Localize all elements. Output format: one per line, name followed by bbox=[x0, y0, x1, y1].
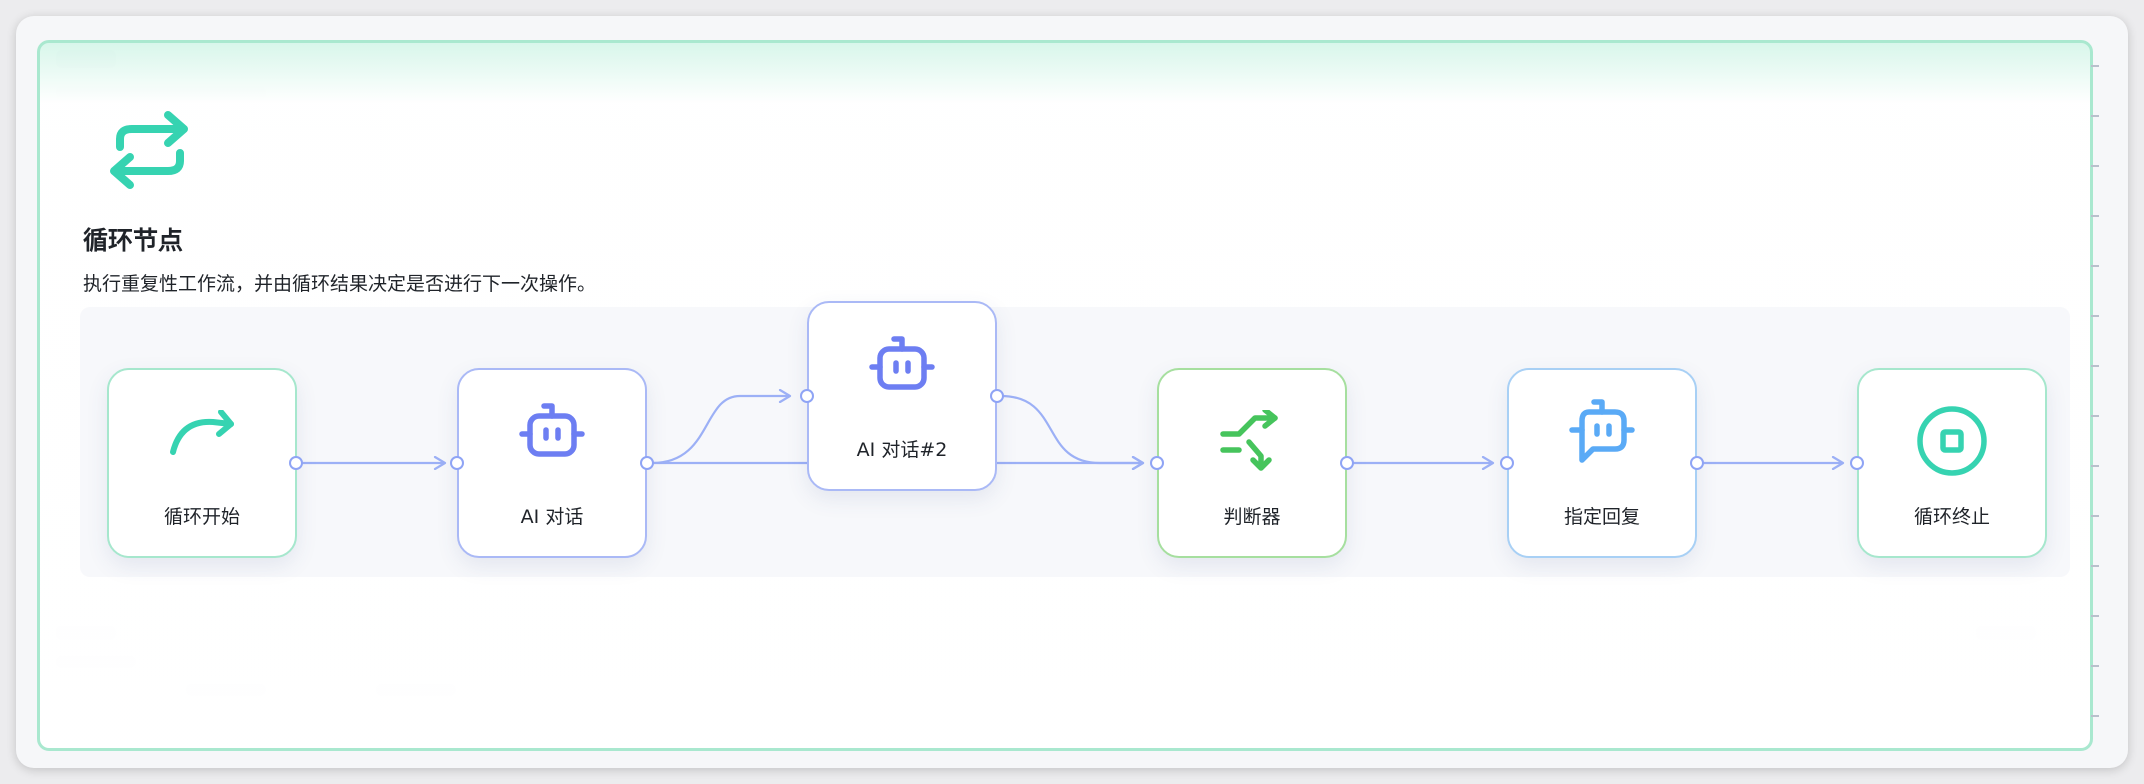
node-output-port[interactable] bbox=[990, 389, 1004, 403]
node-ai-chat-2[interactable]: AI 对话#2 bbox=[807, 301, 997, 491]
node-output-port[interactable] bbox=[289, 456, 303, 470]
loop-node-intro-card: 循环节点 执行重复性工作流，并由循环结果决定是否进行下一次操作。 循环开始 AI… bbox=[37, 40, 2093, 751]
node-output-port[interactable] bbox=[1690, 456, 1704, 470]
node-label: 循环开始 bbox=[163, 506, 240, 528]
edge-chat2-to-judge bbox=[1000, 394, 1143, 463]
node-judge[interactable]: 判断器 bbox=[1157, 368, 1347, 558]
node-input-port[interactable] bbox=[1500, 456, 1514, 470]
node-ai-chat[interactable]: AI 对话 bbox=[457, 368, 647, 558]
node-reply[interactable]: 指定回复 bbox=[1507, 368, 1697, 558]
redo-arrow-icon bbox=[170, 410, 234, 455]
node-output-port[interactable] bbox=[640, 456, 654, 470]
node-label: AI 对话#2 bbox=[856, 439, 948, 461]
node-input-port[interactable] bbox=[1150, 456, 1164, 470]
node-label: 判断器 bbox=[1223, 506, 1281, 528]
robot-icon bbox=[519, 403, 585, 457]
stop-circle-icon bbox=[1917, 406, 1987, 476]
node-input-port[interactable] bbox=[800, 389, 814, 403]
node-label: 循环终止 bbox=[1913, 506, 1990, 528]
node-loop-start[interactable]: 循环开始 bbox=[107, 368, 297, 558]
edge-chat-to-chat2 bbox=[651, 396, 790, 465]
node-input-port[interactable] bbox=[1850, 456, 1864, 470]
chat-robot-icon bbox=[1569, 399, 1635, 463]
node-output-port[interactable] bbox=[1340, 456, 1354, 470]
node-label: AI 对话 bbox=[520, 506, 584, 528]
robot-icon bbox=[869, 336, 935, 390]
node-label: 指定回复 bbox=[1563, 506, 1640, 528]
flow-edges bbox=[302, 43, 2090, 748]
branch-icon bbox=[1220, 410, 1278, 471]
node-loop-end[interactable]: 循环终止 bbox=[1857, 368, 2047, 558]
app-window: 循环节点 执行重复性工作流，并由循环结果决定是否进行下一次操作。 循环开始 AI… bbox=[16, 16, 2128, 768]
node-input-port[interactable] bbox=[450, 456, 464, 470]
canvas-ruler bbox=[2091, 65, 2099, 717]
